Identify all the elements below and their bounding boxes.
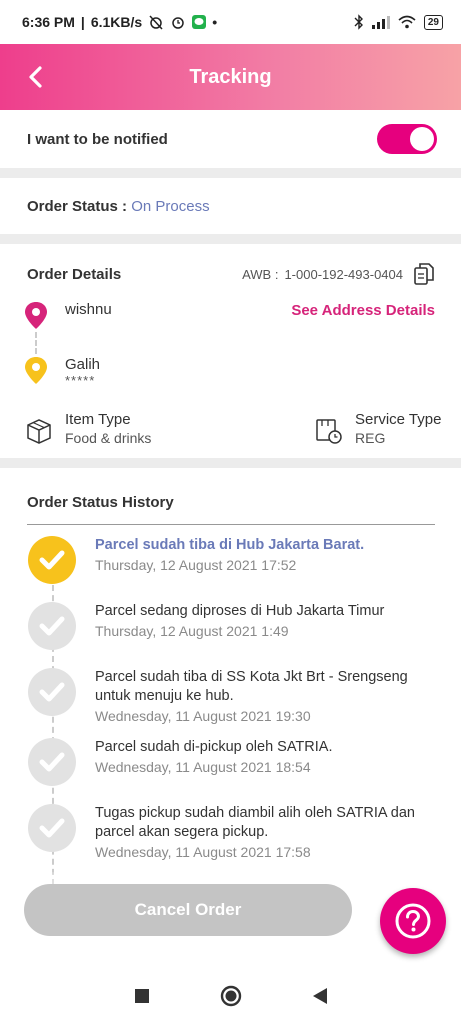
order-status-label: Order Status :	[27, 198, 128, 215]
history-item-title: Parcel sudah tiba di Hub Jakarta Barat.	[95, 537, 365, 553]
back-arrow-icon	[29, 66, 42, 88]
signal-icon	[371, 16, 390, 29]
receiver-detail: *****	[65, 373, 96, 388]
history-item-date: Wednesday, 11 August 2021 19:30	[95, 708, 311, 724]
history-item-title: Parcel sedang diproses di Hub Jakarta Ti…	[95, 603, 385, 619]
check-inactive-icon	[28, 804, 76, 852]
status-network-speed: 6.1KB/s	[90, 14, 143, 30]
app-bar: Tracking	[0, 44, 461, 110]
history-item-title: Tugas pickup sudah diambil alih oleh SAT…	[95, 805, 415, 840]
sender-location: wishnu	[24, 301, 112, 331]
item-type-value: Food & drinks	[65, 430, 152, 446]
history-item: Parcel sudah tiba di SS Kota Jkt Brt - S…	[28, 668, 428, 726]
wifi-icon	[398, 15, 416, 29]
history-item: Parcel sudah tiba di Hub Jakarta Barat. …	[28, 536, 428, 584]
help-button[interactable]	[380, 888, 446, 954]
history-item-title: Parcel sudah di-pickup oleh SATRIA.	[95, 739, 333, 755]
receiver-name: Galih	[65, 356, 101, 373]
order-details-title: Order Details	[27, 265, 122, 283]
divider	[0, 458, 461, 468]
notify-toggle[interactable]	[377, 124, 437, 154]
item-type: Item Type Food & drinks	[25, 411, 151, 446]
system-nav-bar	[0, 968, 461, 1024]
sender-name: wishnu	[65, 301, 112, 318]
awb-label: AWB :	[242, 266, 279, 282]
check-inactive-icon	[28, 668, 76, 716]
home-icon[interactable]	[220, 985, 242, 1007]
battery-icon: 29	[423, 14, 443, 30]
history-item: Parcel sedang diproses di Hub Jakarta Ti…	[28, 602, 428, 650]
history-item-date: Thursday, 12 August 2021 17:52	[95, 557, 297, 573]
check-inactive-icon	[28, 738, 76, 786]
notify-label: I want to be notified	[27, 130, 168, 148]
order-details-header: Order Details AWB : 1-000-192-493-0404	[27, 262, 435, 286]
service-type-label: Service Type	[355, 411, 442, 428]
history-item-date: Thursday, 12 August 2021 1:49	[95, 623, 289, 639]
history-title: Order Status History	[27, 494, 174, 511]
divider	[0, 168, 461, 178]
history-item-title: Parcel sudah tiba di SS Kota Jkt Brt - S…	[95, 669, 408, 704]
awb: AWB : 1-000-192-493-0404	[242, 267, 403, 282]
history-divider	[27, 524, 435, 525]
divider	[0, 234, 461, 244]
order-status-value: On Process	[131, 198, 210, 215]
bluetooth-icon	[354, 14, 363, 30]
toggle-knob	[410, 127, 434, 151]
route-dash	[35, 332, 37, 354]
service-type: Service Type REG	[315, 411, 441, 446]
check-inactive-icon	[28, 602, 76, 650]
recents-icon[interactable]	[134, 988, 150, 1004]
service-type-value: REG	[355, 430, 386, 446]
order-status: Order Status : On Process	[27, 198, 210, 215]
alarm-icon	[172, 17, 184, 29]
line-app-icon	[192, 15, 207, 29]
status-time: 6:36 PM	[22, 14, 75, 30]
help-icon	[395, 903, 431, 939]
page-title: Tracking	[189, 65, 272, 88]
history-item-date: Wednesday, 11 August 2021 18:54	[95, 759, 311, 775]
delivery-time-icon	[316, 419, 342, 444]
notify-row: I want to be notified	[0, 110, 461, 168]
receiver-location: Galih *****	[24, 356, 100, 388]
receiver-pin-icon	[25, 357, 47, 384]
awb-number: 1-000-192-493-0404	[284, 266, 403, 282]
history-item: Parcel sudah di-pickup oleh SATRIA. Wedn…	[28, 738, 428, 786]
see-address-details-link[interactable]: See Address Details	[291, 302, 435, 319]
sender-pin-icon	[25, 302, 47, 329]
item-type-label: Item Type	[65, 411, 131, 428]
status-bar: 6:36 PM | 6.1KB/s • 29	[0, 0, 461, 44]
back-nav-icon[interactable]	[312, 987, 328, 1005]
cancel-order-button[interactable]: Cancel Order	[24, 884, 352, 936]
box-icon	[27, 419, 51, 444]
check-active-icon	[28, 536, 76, 584]
alarm-off-icon	[149, 15, 163, 30]
history-item: Tugas pickup sudah diambil alih oleh SAT…	[28, 804, 428, 862]
history-item-date: Wednesday, 11 August 2021 17:58	[95, 844, 311, 860]
copy-icon[interactable]	[413, 262, 435, 286]
back-button[interactable]	[20, 62, 50, 92]
